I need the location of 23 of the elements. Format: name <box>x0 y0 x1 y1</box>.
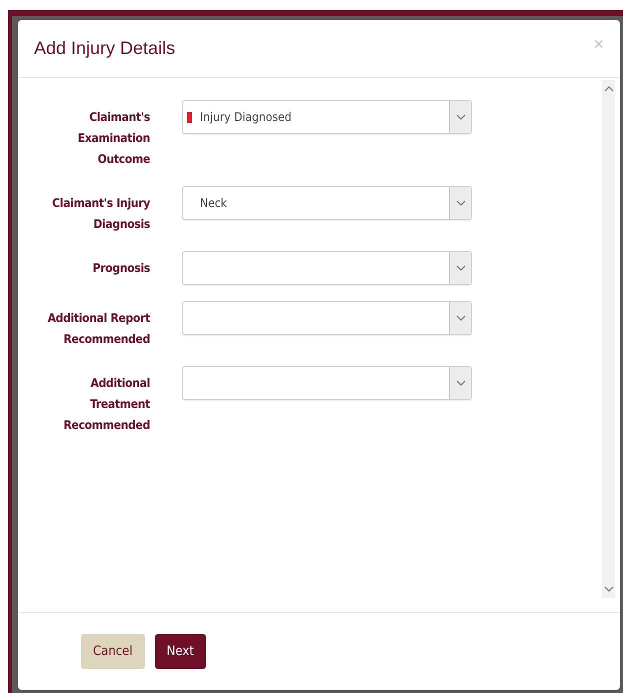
chevron-down-icon <box>456 315 466 321</box>
next-button[interactable]: Next <box>154 634 206 669</box>
chevron-down-icon <box>456 114 466 120</box>
chevron-down-icon <box>456 200 466 206</box>
chevron-down-icon <box>456 265 466 271</box>
field-label: Prognosis <box>92 260 150 277</box>
field-label: Additional Report Recommended <box>46 310 150 348</box>
field-label: Claimant's Examination Outcome <box>76 109 150 168</box>
scroll-down-icon <box>604 586 614 592</box>
dialog-title: Add Injury Details <box>34 38 176 59</box>
field-label: Additional Treatment Recommended <box>62 375 150 434</box>
dropdown[interactable]: Neck <box>182 186 472 220</box>
scroll-up-icon <box>604 86 614 92</box>
chevron-down-icon <box>456 380 466 386</box>
dropdown[interactable] <box>182 366 472 400</box>
dropdown-value: Injury Diagnosed <box>200 110 292 124</box>
dropdown-value: Neck <box>200 196 227 210</box>
field-label: Claimant's Injury Diagnosis <box>51 195 150 233</box>
cancel-button[interactable]: Cancel <box>81 634 145 669</box>
dropdown[interactable] <box>182 301 472 335</box>
dropdown[interactable]: Injury Diagnosed <box>182 100 472 134</box>
scrollbar[interactable] <box>602 80 615 598</box>
dropdown[interactable] <box>182 251 472 285</box>
